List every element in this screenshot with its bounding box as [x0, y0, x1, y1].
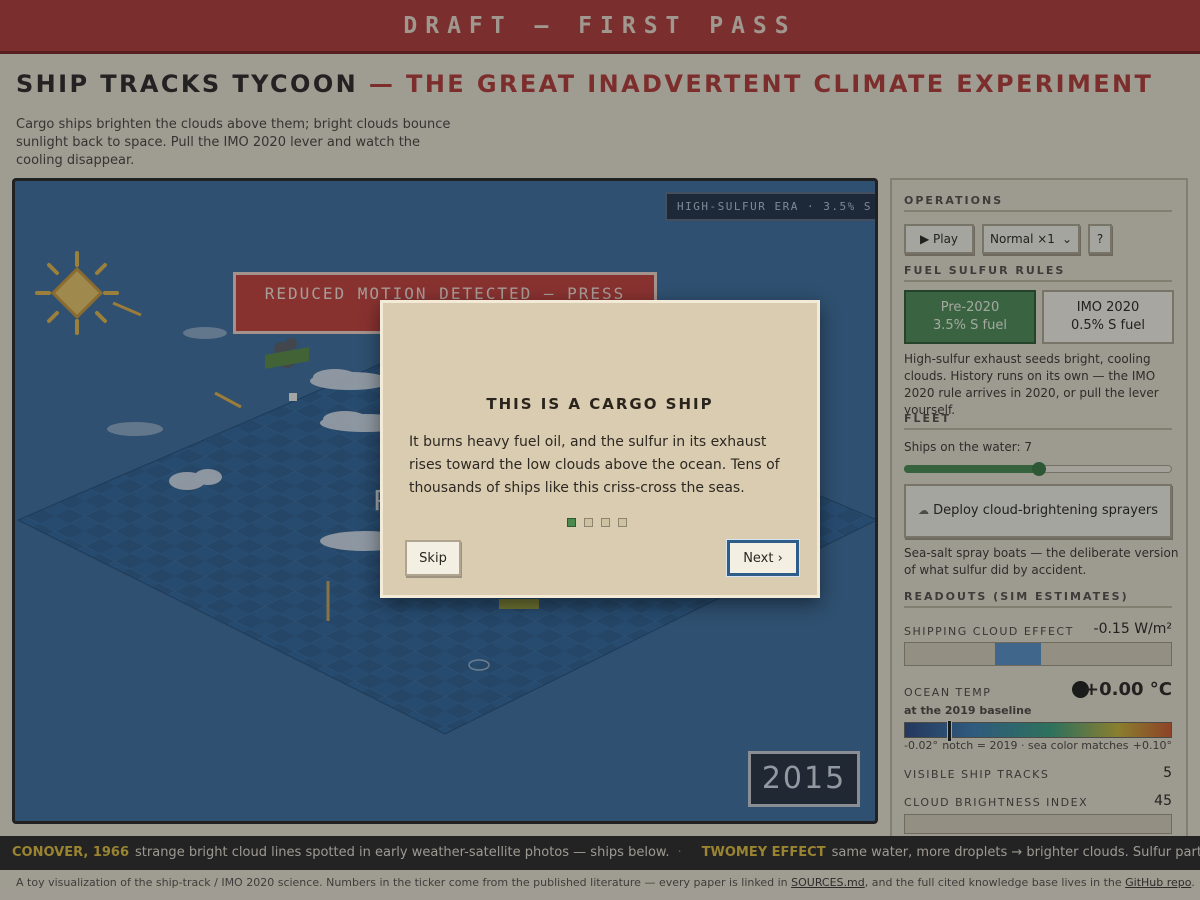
- tutorial-dialog: THIS IS A CARGO SHIP It burns heavy fuel…: [380, 300, 820, 598]
- tutorial-body: It burns heavy fuel oil, and the sulfur …: [409, 434, 780, 496]
- skip-button[interactable]: Skip: [405, 540, 461, 576]
- tutorial-heading: THIS IS A CARGO SHIP: [486, 395, 714, 413]
- tutorial-progress: [567, 518, 627, 527]
- step-dot: [601, 518, 610, 527]
- step-dot-active: [567, 518, 576, 527]
- step-dot: [618, 518, 627, 527]
- step-dot: [584, 518, 593, 527]
- next-button[interactable]: Next ›: [727, 540, 799, 576]
